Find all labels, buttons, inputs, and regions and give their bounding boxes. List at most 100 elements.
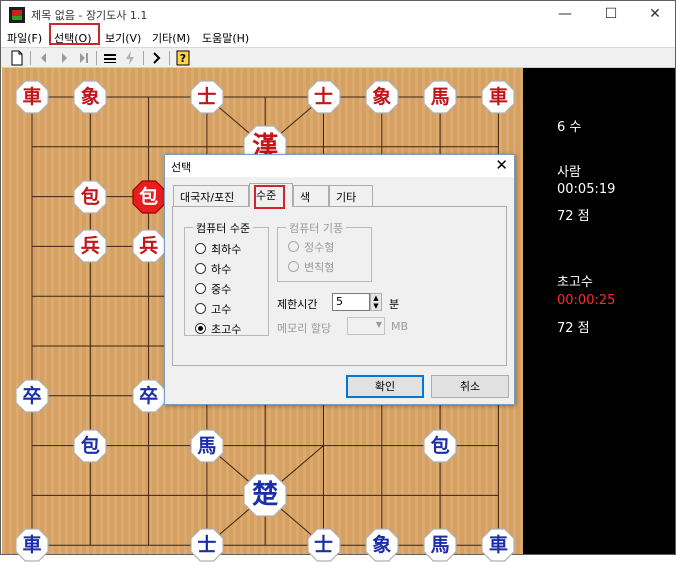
menu-file[interactable]: 파일(F)	[7, 30, 42, 46]
menu-misc[interactable]: 기타(M)	[152, 30, 190, 46]
blue-guard-piece[interactable]: 士	[190, 528, 224, 562]
red-horse-piece[interactable]: 馬	[423, 80, 457, 114]
style-option[interactable]: 변칙형	[288, 261, 334, 275]
red-chariot-piece[interactable]: 車	[15, 80, 49, 114]
blue-cannon-piece[interactable]: 包	[423, 428, 457, 463]
blue-elephant-piece[interactable]: 象	[365, 528, 399, 562]
blue-general-piece[interactable]: 楚	[243, 473, 287, 517]
close-button[interactable]: ✕	[633, 1, 676, 28]
board-icon[interactable]	[102, 50, 118, 66]
level-option[interactable]: 최하수	[195, 243, 241, 257]
options-dialog: 선택 ✕ 대국자/포진 수준 색 기타 컴퓨터 수준 최하수 하수 중수 고수 …	[164, 154, 515, 405]
hint-icon[interactable]: ?	[175, 50, 191, 66]
dialog-title-bar: 선택 ✕	[165, 155, 514, 177]
time-limit-input[interactable]: 5	[332, 293, 370, 311]
menu-view[interactable]: 보기(V)	[105, 30, 141, 46]
piece-glyph: 兵	[80, 235, 100, 258]
memory-label: 메모리 할당	[277, 322, 332, 335]
tab-highlight-box	[254, 185, 285, 209]
level-option[interactable]: 하수	[195, 263, 231, 277]
radio-icon	[288, 261, 299, 272]
piece-glyph: 象	[80, 86, 100, 108]
level-option-selected[interactable]: 초고수	[195, 323, 241, 337]
step-icon[interactable]	[149, 50, 165, 66]
piece-glyph: 車	[22, 86, 42, 108]
radio-icon	[195, 243, 206, 254]
player1-name: 사람	[557, 165, 581, 180]
player1-score: 72 점	[557, 209, 590, 224]
level-option[interactable]: 중수	[195, 283, 231, 297]
toolbar: ?	[1, 47, 675, 68]
red-chariot-piece[interactable]: 車	[481, 80, 515, 114]
style-option[interactable]: 정수형	[288, 241, 334, 255]
game-info-panel: 6 수 사람 00:05:19 72 점 초고수 00:00:25 72 점	[523, 68, 675, 554]
radio-checked-icon	[195, 323, 206, 334]
piece-glyph: 楚	[252, 480, 279, 511]
title-bar: 제목 없음 - 장기도사 1.1 — ☐ ✕	[1, 1, 675, 28]
player2-time: 00:00:25	[557, 293, 616, 308]
piece-glyph: 包	[80, 185, 100, 208]
disabled-icon[interactable]	[122, 50, 138, 66]
level-option[interactable]: 고수	[195, 303, 231, 317]
ok-button[interactable]: 확인	[346, 375, 424, 398]
piece-glyph: 象	[372, 534, 392, 557]
maximize-button[interactable]: ☐	[589, 1, 633, 28]
level-group: 컴퓨터 수준 최하수 하수 중수 고수 초고수	[184, 220, 269, 337]
first-move-icon[interactable]	[36, 50, 52, 66]
time-limit-spinner[interactable]: ▲ ▼	[370, 293, 382, 311]
time-limit-label: 제한시간	[277, 298, 318, 311]
blue-horse-piece[interactable]: 馬	[190, 428, 224, 463]
prev-move-icon[interactable]	[56, 50, 72, 66]
level-tab-panel: 컴퓨터 수준 최하수 하수 중수 고수 초고수 컴퓨터 기풍 정수형 변칙형 제…	[172, 206, 507, 366]
blue-soldier-piece[interactable]: 卒	[131, 379, 166, 413]
red-guard-piece[interactable]: 士	[306, 80, 341, 114]
minimize-button[interactable]: —	[543, 1, 587, 28]
tab-color[interactable]: 색	[293, 185, 329, 206]
menu-help[interactable]: 도움말(H)	[202, 30, 249, 46]
piece-glyph: 士	[313, 86, 333, 108]
toolbar-separator	[96, 51, 97, 65]
piece-glyph: 馬	[430, 86, 450, 108]
blue-chariot-piece[interactable]: 車	[481, 528, 515, 562]
memory-select[interactable]: ▼	[347, 317, 385, 335]
dialog-close-button[interactable]: ✕	[495, 156, 508, 174]
red-guard-piece[interactable]: 士	[190, 80, 224, 114]
blue-cannon-piece[interactable]: 包	[73, 428, 107, 463]
piece-glyph: 士	[313, 534, 333, 557]
piece-glyph: 包	[430, 434, 450, 457]
piece-glyph: 卒	[139, 384, 159, 407]
piece-glyph: 士	[197, 86, 217, 108]
menu-bar: 파일(F) 선택(O) 보기(V) 기타(M) 도움말(H)	[1, 28, 675, 47]
move-count: 6 수	[557, 120, 582, 135]
new-file-icon[interactable]	[9, 50, 25, 66]
piece-glyph: 包	[80, 434, 100, 457]
blue-soldier-piece[interactable]: 卒	[15, 379, 49, 413]
blue-horse-piece[interactable]: 馬	[423, 528, 457, 562]
blue-guard-piece[interactable]: 士	[306, 528, 341, 562]
cancel-button[interactable]: 취소	[431, 375, 509, 398]
radio-icon	[195, 263, 206, 274]
toolbar-separator	[30, 51, 31, 65]
radio-icon	[195, 303, 206, 314]
piece-glyph: 車	[488, 534, 508, 557]
red-cannon-piece[interactable]: 包	[131, 179, 166, 214]
style-group-title: 컴퓨터 기풍	[286, 220, 347, 236]
blue-chariot-piece[interactable]: 車	[15, 528, 49, 562]
red-soldier-piece[interactable]: 兵	[131, 229, 166, 263]
toolbar-separator	[169, 51, 170, 65]
piece-glyph: 車	[22, 534, 42, 557]
menu-highlight-box	[49, 23, 100, 45]
piece-glyph: 車	[488, 86, 508, 108]
piece-glyph: 士	[197, 534, 217, 557]
red-soldier-piece[interactable]: 兵	[73, 229, 107, 263]
player2-name: 초고수	[557, 275, 593, 290]
tab-misc[interactable]: 기타	[329, 185, 373, 206]
piece-glyph: 象	[372, 86, 392, 108]
red-elephant-piece[interactable]: 象	[365, 80, 399, 114]
piece-glyph: 馬	[430, 534, 450, 557]
red-cannon-piece[interactable]: 包	[73, 179, 107, 214]
red-elephant-piece[interactable]: 象	[73, 80, 107, 114]
next-move-icon[interactable]	[76, 50, 92, 66]
svg-text:?: ?	[180, 52, 186, 65]
tab-players[interactable]: 대국자/포진	[173, 185, 249, 206]
